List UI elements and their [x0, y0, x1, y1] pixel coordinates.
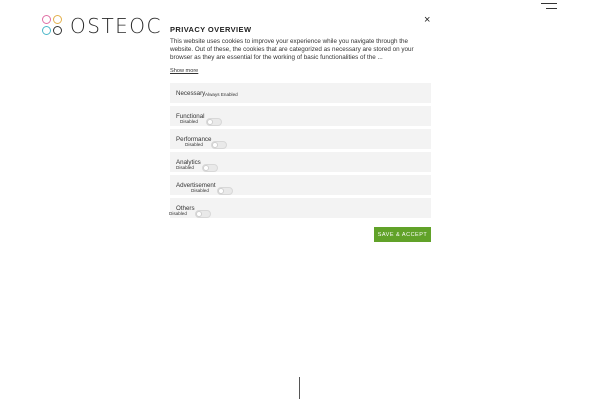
analytics-toggle[interactable] [202, 164, 218, 172]
advertisement-toggle[interactable] [217, 187, 233, 195]
category-status: Disabled [180, 119, 198, 124]
category-status: Disabled [191, 188, 209, 193]
category-row-performance[interactable]: Performance Disabled [170, 129, 431, 149]
others-toggle[interactable] [195, 210, 211, 218]
category-name: Necessary [176, 90, 206, 97]
modal-description: This website uses cookies to improve you… [170, 38, 414, 62]
category-status: Disabled [169, 211, 187, 216]
category-status: Disabled [176, 165, 194, 170]
scroll-indicator [299, 377, 300, 399]
save-accept-button[interactable]: SAVE & ACCEPT [374, 227, 431, 242]
logo-hexagons-icon [42, 15, 64, 37]
functional-toggle[interactable] [206, 118, 222, 126]
category-status: Disabled [185, 142, 203, 147]
privacy-modal: PRIVACY OVERVIEW × This website uses coo… [162, 12, 440, 264]
category-row-advertisement[interactable]: Advertisement Disabled [170, 175, 431, 195]
category-row-others[interactable]: Others Disabled [169, 198, 431, 218]
close-icon[interactable]: × [424, 15, 430, 26]
modal-title: PRIVACY OVERVIEW [170, 25, 252, 34]
performance-toggle[interactable] [211, 141, 227, 149]
category-row-necessary[interactable]: Necessary Always Enabled [170, 83, 431, 103]
category-status: Always Enabled [205, 91, 238, 97]
category-row-analytics[interactable]: Analytics Disabled [170, 152, 431, 172]
show-more-link[interactable]: Show more [170, 68, 198, 74]
category-row-functional[interactable]: Functional Disabled [170, 106, 431, 126]
menu-icon[interactable] [541, 3, 557, 9]
